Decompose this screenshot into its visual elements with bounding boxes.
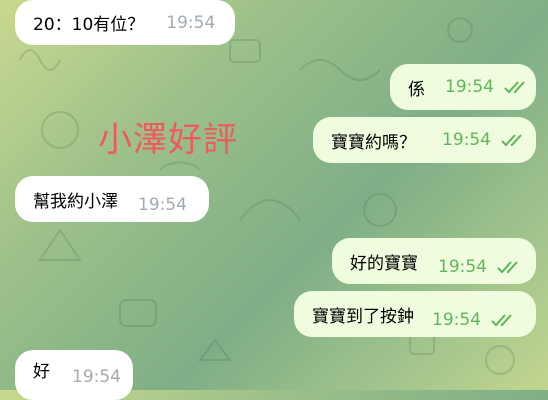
- message-text: 寶寶約嗎？: [331, 132, 416, 153]
- message-text: 係: [408, 79, 425, 100]
- message-text: 好的寶寶: [350, 253, 418, 274]
- double-check-icon: [501, 134, 522, 147]
- message-time: 19:54: [166, 12, 216, 33]
- message-text: 好: [33, 361, 50, 382]
- message-text: 20：10有位？: [33, 15, 145, 35]
- message-bubble-outgoing[interactable]: 好的寶寶 19:54: [332, 238, 536, 284]
- message-bubble-incoming[interactable]: 幫我約小澤 19:54: [15, 176, 209, 222]
- message-bubble-outgoing[interactable]: 寶寶約嗎？ 19:54: [313, 117, 536, 163]
- message-bubble-outgoing[interactable]: 係 19:54: [390, 64, 536, 110]
- review-overlay-text: 小澤好評: [98, 120, 238, 160]
- message-time: 19:54: [72, 367, 121, 387]
- message-bubble-incoming[interactable]: 20：10有位？ 19:54: [15, 0, 235, 45]
- chat-screen: { "messages": [ {"direction": "incoming"…: [0, 0, 548, 400]
- message-time: 19:54: [442, 130, 491, 150]
- double-check-icon: [497, 261, 518, 274]
- message-time: 19:54: [432, 310, 481, 330]
- double-check-icon: [491, 314, 512, 327]
- message-text: 幫我約小澤: [33, 191, 118, 212]
- message-text: 寶寶到了按鈡: [312, 306, 414, 327]
- double-check-icon: [504, 81, 525, 94]
- message-time: 19:54: [138, 195, 187, 215]
- message-time: 19:54: [445, 77, 494, 97]
- message-bubble-outgoing[interactable]: 寶寶到了按鈡 19:54: [294, 291, 536, 337]
- message-time: 19:54: [438, 257, 487, 277]
- message-bubble-incoming[interactable]: 好 19:54: [15, 350, 133, 400]
